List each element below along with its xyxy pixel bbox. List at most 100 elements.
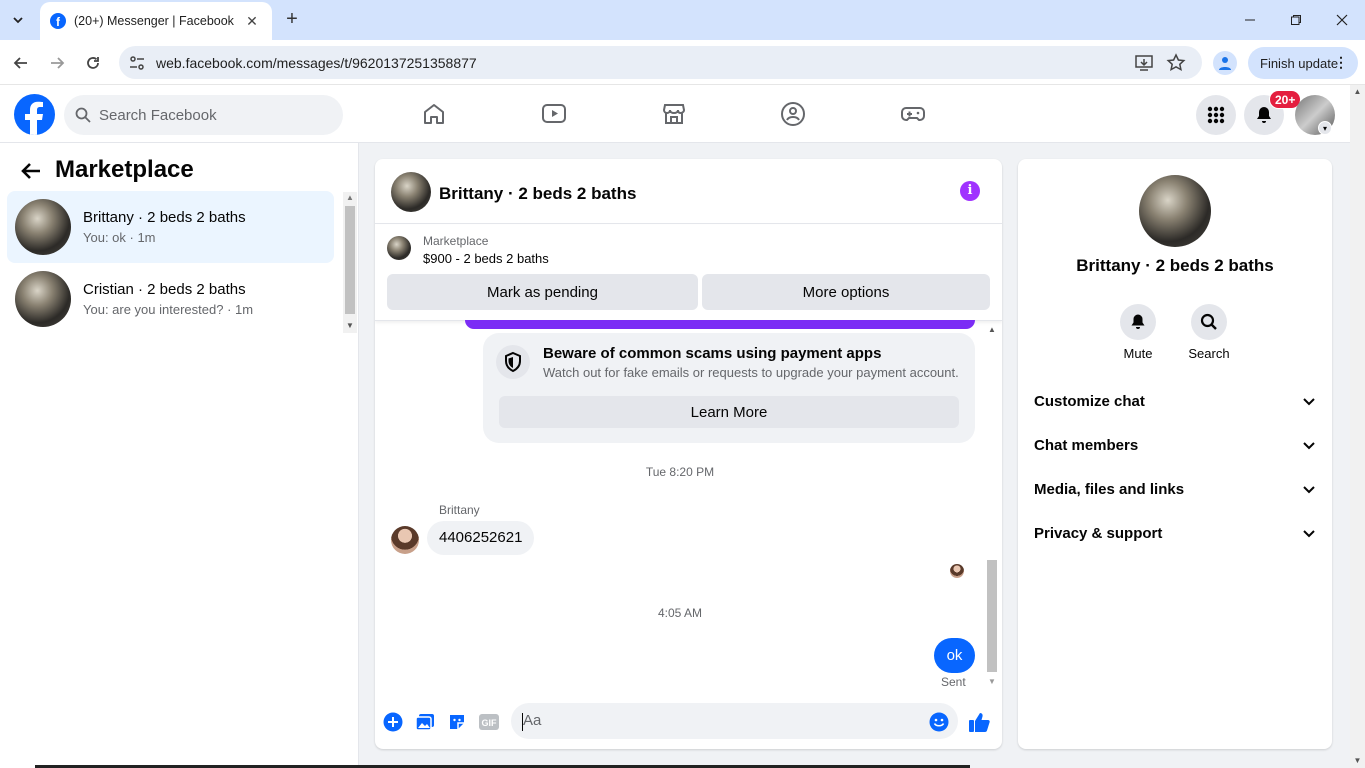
search-in-chat-button[interactable]: Search (1179, 304, 1239, 361)
new-tab-button[interactable]: + (281, 8, 303, 30)
conversation-name: Brittany · 2 beds 2 baths (83, 209, 246, 226)
section-label: Privacy & support (1034, 524, 1163, 542)
forward-button[interactable] (44, 50, 70, 76)
message-timestamp: 4:05 AM (657, 606, 703, 620)
search-icon (75, 107, 91, 128)
gif-icon[interactable]: GIF (478, 711, 500, 733)
scam-warning-title: Beware of common scams using payment app… (543, 345, 882, 362)
conversation-item[interactable]: Brittany · 2 beds 2 baths You: ok · 1m (7, 191, 334, 263)
facebook-search[interactable]: Search Facebook (64, 95, 343, 135)
chat-title[interactable]: Brittany · 2 beds 2 baths (439, 184, 636, 204)
scam-warning-card: Beware of common scams using payment app… (483, 333, 975, 443)
minimize-button[interactable] (1227, 0, 1273, 40)
finish-update-button[interactable]: Finish update ⋮ (1248, 47, 1358, 79)
marketplace-label: Marketplace (423, 234, 489, 248)
read-receipt-avatar (950, 564, 964, 578)
listing-thumbnail[interactable] (387, 236, 411, 260)
bell-icon (1131, 314, 1145, 329)
message-input[interactable]: Aa (511, 703, 958, 739)
sender-name: Brittany (439, 503, 480, 517)
install-app-icon[interactable] (1134, 53, 1154, 78)
back-button[interactable] (8, 50, 34, 76)
conversation-thumbnail (15, 199, 71, 255)
plus-circle-icon[interactable] (382, 711, 404, 733)
facebook-header: Search Facebook (0, 85, 1350, 143)
svg-text:GIF: GIF (482, 718, 498, 728)
url-text: web.facebook.com/messages/t/962013725135… (156, 54, 477, 71)
reload-button[interactable] (80, 50, 106, 76)
browser-toolbar: web.facebook.com/messages/t/962013725135… (0, 40, 1365, 85)
marketplace-icon[interactable] (659, 99, 689, 129)
restore-button[interactable] (1273, 0, 1319, 40)
tab-title: (20+) Messenger | Facebook (74, 14, 234, 28)
tab-close-icon[interactable]: ✕ (242, 13, 262, 30)
thumbs-up-icon[interactable] (968, 711, 990, 733)
search-label: Search (1188, 346, 1230, 361)
info-icon[interactable]: i (960, 181, 980, 201)
chevron-down-icon (1303, 530, 1315, 538)
listing-title[interactable]: $900 - 2 beds 2 baths (423, 251, 549, 266)
chat-header: Brittany · 2 beds 2 baths i (375, 159, 1002, 224)
home-icon[interactable] (419, 99, 449, 129)
groups-icon[interactable] (778, 99, 808, 129)
tab-search-button[interactable] (5, 7, 31, 33)
section-media-files-links[interactable]: Media, files and links (1034, 469, 1316, 509)
browser-tab[interactable]: f (20+) Messenger | Facebook ✕ (40, 2, 272, 40)
conversation-details-panel: Brittany · 2 beds 2 baths Mute Search Cu… (1018, 159, 1332, 749)
video-icon[interactable] (539, 99, 569, 129)
chevron-down-icon (1303, 486, 1315, 494)
gaming-icon[interactable] (898, 99, 928, 129)
message-status: Sent (941, 675, 966, 689)
sender-avatar[interactable] (391, 526, 419, 554)
scrollbar-thumb[interactable] (345, 206, 355, 314)
menu-button[interactable] (1196, 95, 1236, 135)
chevron-down-icon[interactable]: ▾ (1318, 121, 1332, 135)
facebook-f-icon (25, 101, 43, 135)
scam-warning-text: Watch out for fake emails or requests to… (543, 365, 959, 380)
message-composer: GIF Aa (375, 699, 1002, 749)
facebook-favicon-icon: f (50, 13, 66, 29)
bell-icon (1257, 107, 1271, 123)
section-privacy-support[interactable]: Privacy & support (1034, 513, 1316, 553)
search-icon (1200, 313, 1217, 330)
mute-button[interactable]: Mute (1108, 304, 1168, 361)
message-placeholder: Aa (523, 712, 542, 729)
browser-tab-bar: f (20+) Messenger | Facebook ✕ + (0, 0, 1365, 40)
mark-pending-button[interactable]: Mark as pending (387, 274, 698, 310)
incoming-message[interactable]: 4406252621 (427, 521, 535, 555)
section-label: Chat members (1034, 436, 1139, 454)
back-arrow-icon[interactable] (18, 158, 44, 184)
chevron-down-icon (1303, 442, 1315, 450)
bookmark-star-icon[interactable] (1166, 53, 1186, 78)
mute-label: Mute (1123, 346, 1153, 361)
photo-icon[interactable] (414, 711, 436, 733)
address-bar[interactable]: web.facebook.com/messages/t/962013725135… (119, 46, 1202, 79)
section-chat-members[interactable]: Chat members (1034, 425, 1316, 465)
finish-update-label: Finish update (1260, 55, 1339, 71)
chat-scrollbar[interactable]: ▲ ▼ (985, 324, 999, 688)
sticker-icon[interactable] (446, 711, 468, 733)
profile-icon[interactable] (1213, 51, 1237, 75)
search-placeholder: Search Facebook (99, 106, 217, 124)
emoji-icon[interactable] (928, 711, 950, 733)
learn-more-button[interactable]: Learn More (499, 396, 959, 428)
more-vert-icon: ⋮ (1334, 54, 1348, 70)
message-bubble-partial (465, 320, 975, 329)
details-avatar[interactable] (1139, 175, 1211, 247)
close-window-button[interactable] (1319, 0, 1365, 40)
outgoing-message[interactable]: ok (934, 638, 975, 673)
conversation-name: Cristian · 2 beds 2 baths (83, 281, 246, 298)
restore-icon (1291, 15, 1301, 25)
more-options-button[interactable]: More options (702, 274, 990, 310)
section-customize-chat[interactable]: Customize chat (1034, 381, 1316, 421)
facebook-logo[interactable] (14, 94, 55, 135)
conversation-item[interactable]: Cristian · 2 beds 2 baths You: are you i… (7, 263, 334, 335)
sidebar-scrollbar[interactable]: ▲ ▼ (343, 192, 357, 333)
scrollbar-thumb[interactable] (987, 560, 997, 672)
site-info-icon[interactable] (128, 54, 146, 77)
page-scrollbar[interactable]: ▲ ▼ (1350, 85, 1365, 768)
conversation-preview: You: ok · 1m (83, 230, 156, 245)
shield-icon (496, 345, 530, 379)
chevron-down-icon (13, 17, 23, 24)
chat-avatar[interactable] (391, 172, 431, 212)
